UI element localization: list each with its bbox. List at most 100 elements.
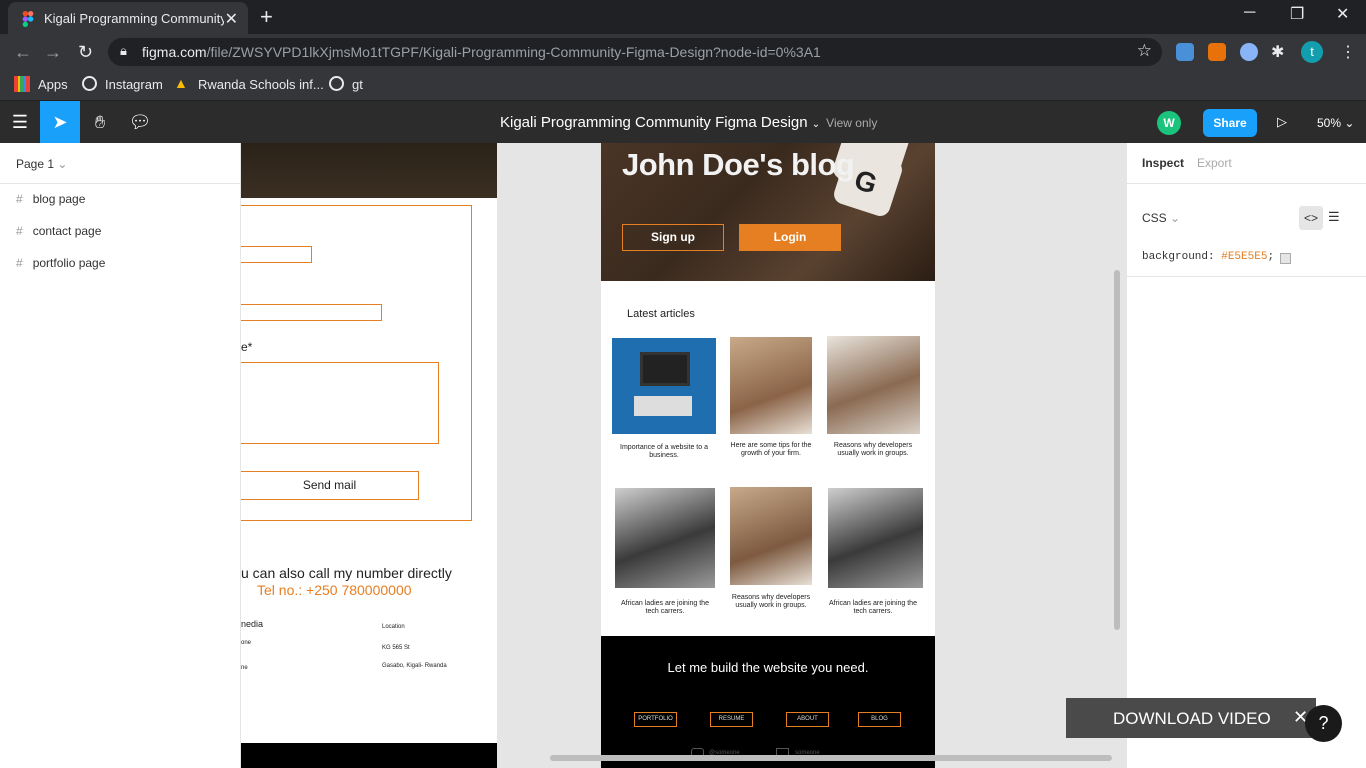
signup-button[interactable]: Sign up (622, 224, 724, 251)
footer-link-resume[interactable]: RESUME (710, 712, 753, 727)
blog-hero: G John Doe's blog Sign up Login (601, 143, 935, 281)
user-avatar[interactable]: W (1157, 111, 1181, 135)
apps-grid-icon (14, 76, 30, 92)
blog-title: John Doe's blog (622, 147, 855, 182)
article-caption: Reasons why developers usually work in g… (731, 594, 811, 609)
inspect-panel (1126, 143, 1366, 768)
present-play-icon[interactable]: ▷ (1277, 114, 1287, 130)
forward-icon[interactable]: → (44, 42, 62, 63)
call-text: u can also call my number directly (241, 565, 452, 581)
article-caption: African ladies are joining the tech carr… (829, 600, 917, 615)
cta-text: Let me build the website you need. (667, 660, 869, 675)
footer-link-blog[interactable]: BLOG (858, 712, 901, 727)
code-view-icon[interactable]: <> (1299, 206, 1323, 230)
article-caption: Here are some tips for the growth of you… (730, 442, 812, 457)
latest-articles-heading: Latest articles (627, 308, 695, 320)
help-button[interactable]: ? (1305, 705, 1342, 742)
contact-footer (241, 743, 497, 768)
puzzle-icon[interactable]: ✱ (1271, 42, 1284, 62)
bookmark-apps[interactable]: Apps (38, 77, 68, 92)
horizontal-scrollbar[interactable] (550, 755, 1112, 761)
vertical-scrollbar[interactable] (1114, 270, 1120, 630)
restore-icon[interactable]: ❐ (1290, 4, 1304, 24)
figma-icon (22, 11, 34, 27)
css-line[interactable]: background: #E5E5E5; (1142, 251, 1274, 263)
browser-tab[interactable]: Kigali Programming Community ✕ (8, 2, 248, 34)
profile-avatar[interactable]: t (1301, 41, 1323, 63)
download-video-banner[interactable]: DOWNLOAD VIDEO ✕ (1066, 698, 1316, 738)
tab-title: Kigali Programming Community (44, 11, 224, 26)
monitor-illustration (640, 352, 690, 386)
layer-contact-page[interactable]: # contact page (16, 224, 101, 238)
new-tab-button[interactable]: + (260, 4, 273, 30)
globe-icon (82, 76, 97, 91)
blog-footer (601, 636, 935, 768)
move-tool-icon[interactable]: ➤ (40, 101, 80, 143)
zoom-dropdown[interactable]: 50% ⌄ (1317, 116, 1354, 130)
message-label: e* (241, 340, 253, 354)
article-image[interactable] (730, 337, 812, 434)
view-only-label: View only (826, 116, 878, 130)
article-image[interactable] (828, 488, 923, 588)
email-field[interactable] (241, 304, 382, 321)
comment-tool-icon[interactable]: 💬︎ (120, 101, 160, 143)
bookmark-rwanda-schools[interactable]: Rwanda Schools inf... (198, 77, 324, 92)
frame-icon: # (16, 224, 23, 238)
back-icon[interactable]: ← (14, 42, 32, 63)
phone-2: ne (241, 665, 248, 671)
message-field[interactable] (241, 362, 439, 444)
article-image[interactable] (612, 338, 716, 434)
extension-icon[interactable] (1176, 43, 1194, 61)
globe-icon (329, 76, 344, 91)
bookmark-star-icon[interactable]: ☆ (1137, 41, 1152, 61)
layer-portfolio-page[interactable]: # portfolio page (16, 256, 105, 270)
reload-icon[interactable]: ↻ (78, 42, 93, 63)
divider (0, 183, 240, 184)
extension-icon[interactable] (1208, 43, 1226, 61)
tel-number: Tel no.: +250 780000000 (257, 582, 412, 598)
footer-link-about[interactable]: ABOUT (786, 712, 829, 727)
footer-link-portfolio[interactable]: PORTFOLIO (634, 712, 677, 727)
list-view-icon[interactable]: ☰ (1328, 209, 1340, 225)
tab-export[interactable]: Export (1197, 156, 1232, 170)
bookmark-instagram[interactable]: Instagram (105, 77, 163, 92)
close-tab-icon[interactable]: ✕ (225, 9, 238, 29)
bookmark-gt[interactable]: gt (352, 77, 363, 92)
article-image[interactable] (827, 336, 920, 434)
minimize-icon[interactable]: ─ (1244, 4, 1255, 22)
page-selector[interactable]: Page 1 ⌄ (16, 157, 67, 171)
school-logo-icon: ▲ (174, 75, 188, 91)
code-language-dropdown[interactable]: CSS ⌄ (1142, 211, 1180, 225)
menu-kebab-icon[interactable]: ⋮ (1340, 42, 1356, 62)
article-image[interactable] (615, 488, 715, 588)
media-label: nedia (241, 619, 264, 629)
article-image[interactable] (730, 487, 812, 585)
article-caption: Reasons why developers usually work in g… (833, 442, 913, 457)
url-text: figma.com/file/ZWSYVPD1lkXjmsMo1tTGPF/Ki… (142, 44, 821, 60)
window-close-icon[interactable]: ✕ (1336, 4, 1349, 24)
divider (1127, 276, 1366, 277)
location-label: Location (382, 624, 405, 630)
phone-1: one (241, 640, 252, 646)
hamburger-menu-icon[interactable]: ☰ (0, 101, 40, 143)
layer-blog-page[interactable]: # blog page (16, 192, 85, 206)
divider (1127, 183, 1366, 184)
contact-page-frame[interactable]: e* Send mail u can also call my number d… (241, 143, 497, 768)
frame-icon: # (16, 192, 23, 206)
login-button[interactable]: Login (739, 224, 841, 251)
share-button[interactable]: Share (1203, 109, 1257, 137)
hand-tool-icon[interactable]: ✋︎ (80, 101, 120, 143)
name-field[interactable] (241, 246, 312, 263)
document-title[interactable]: Kigali Programming Community Figma Desig… (500, 114, 877, 131)
lock-icon: 🔒︎ (120, 43, 127, 58)
extension-icon[interactable] (1240, 43, 1258, 61)
color-swatch (1280, 253, 1291, 264)
street-text: KG 565 St (382, 645, 410, 651)
chevron-down-icon: ⌄ (811, 119, 821, 130)
download-video-label: DOWNLOAD VIDEO (1113, 709, 1271, 728)
blog-page-frame[interactable]: G John Doe's blog Sign up Login Latest a… (601, 143, 935, 768)
tab-inspect[interactable]: Inspect (1142, 156, 1184, 170)
send-mail-button[interactable]: Send mail (241, 471, 419, 500)
keyboard-illustration (634, 396, 692, 416)
url-bar[interactable]: 🔒︎ figma.com/file/ZWSYVPD1lkXjmsMo1tTGPF… (108, 38, 1162, 66)
